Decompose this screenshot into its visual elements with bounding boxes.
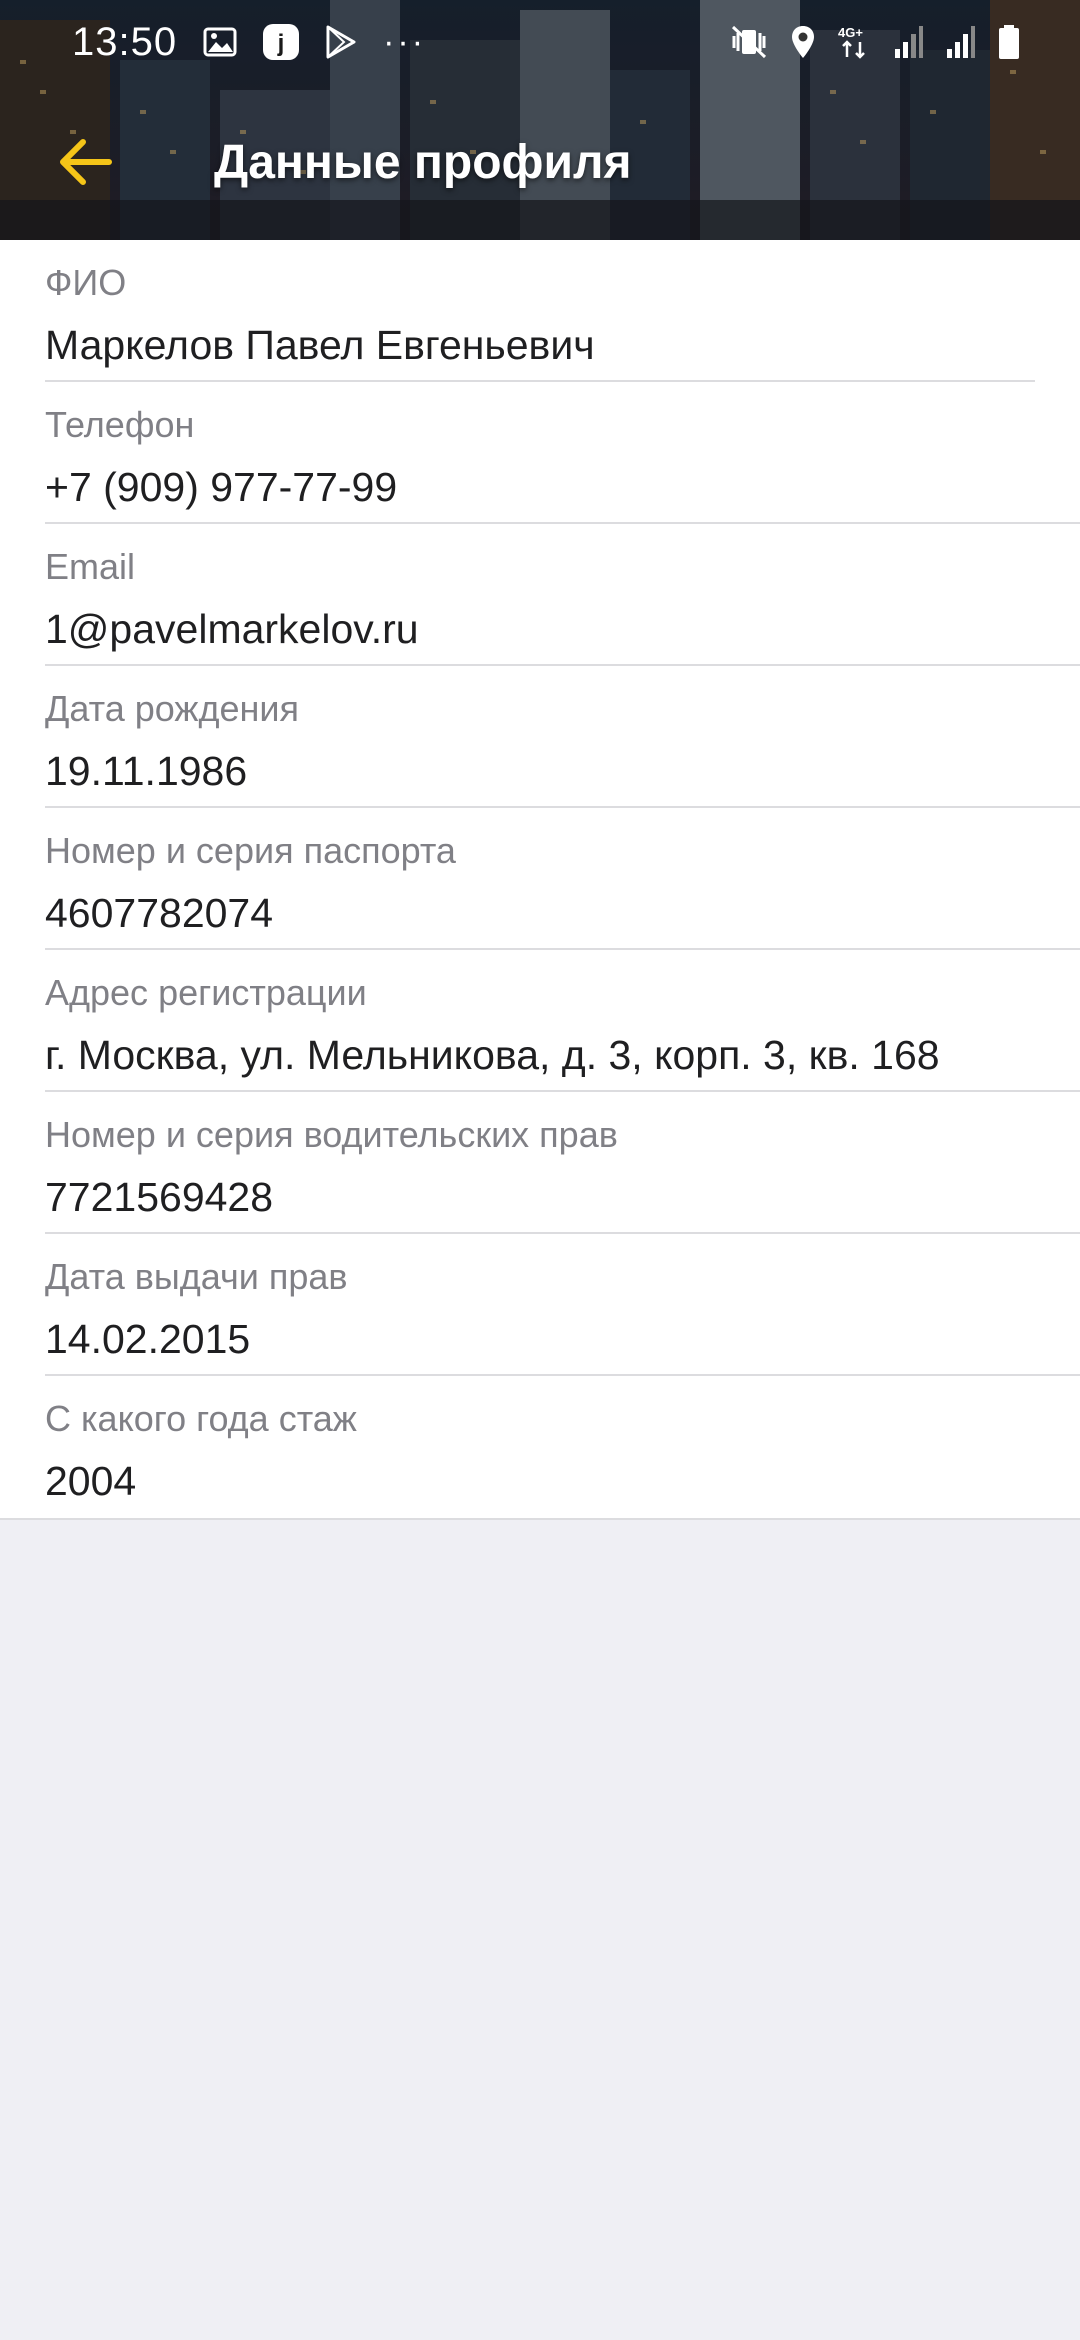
page-title: Данные профиля: [214, 135, 632, 189]
field-label: Email: [45, 546, 136, 587]
field-label: Адрес регистрации: [45, 972, 367, 1013]
field-registration-address[interactable]: Адрес регистрации г. Москва, ул. Мельник…: [0, 950, 1080, 1092]
app-j-icon: j: [263, 24, 300, 60]
field-value: 14.02.2015: [45, 1316, 251, 1362]
arrow-left-icon: [60, 139, 112, 185]
signal-icon: [894, 25, 924, 59]
location-icon: [790, 24, 816, 60]
field-license-issue-date[interactable]: Дата выдачи прав 14.02.2015: [0, 1234, 1080, 1376]
field-phone[interactable]: Телефон +7 (909) 977-77-99: [0, 382, 1080, 524]
field-value: 2004: [45, 1458, 137, 1504]
field-label: Номер и серия водительских прав: [45, 1114, 618, 1155]
battery-icon: [998, 24, 1020, 60]
image-icon: [203, 27, 237, 57]
field-value: 19.11.1986: [45, 748, 248, 794]
field-label: С какого года стаж: [45, 1398, 357, 1439]
field-value: 4607782074: [45, 890, 274, 936]
field-experience-year[interactable]: С какого года стаж 2004: [0, 1376, 1080, 1518]
field-full-name[interactable]: ФИО Маркелов Павел Евгеньевич: [0, 240, 1080, 382]
field-email[interactable]: Email 1@pavelmarkelov.ru: [0, 524, 1080, 666]
field-value: Маркелов Павел Евгеньевич: [45, 322, 595, 368]
signal-icon-2: [946, 25, 976, 59]
profile-form: ФИО Маркелов Павел Евгеньевич Телефон +7…: [0, 240, 1080, 1520]
svg-text:4G+: 4G+: [838, 25, 863, 40]
status-time: 13:50: [72, 19, 178, 64]
field-driver-license[interactable]: Номер и серия водительских прав 77215694…: [0, 1092, 1080, 1234]
header: 13:50 j ··· 4G+ Данные профиля: [0, 0, 1080, 240]
field-value: 1@pavelmarkelov.ru: [45, 606, 419, 652]
field-value: г. Москва, ул. Мельникова, д. 3, корп. 3…: [45, 1032, 940, 1078]
back-button[interactable]: [40, 117, 130, 207]
more-dots-icon: ···: [383, 22, 427, 61]
field-label: Телефон: [45, 404, 195, 445]
field-label: Номер и серия паспорта: [45, 830, 456, 871]
field-birth-date[interactable]: Дата рождения 19.11.1986: [0, 666, 1080, 808]
play-store-icon: [325, 25, 357, 59]
mute-vibrate-icon: [730, 24, 768, 60]
field-label: Дата рождения: [45, 688, 299, 729]
field-value: 7721569428: [45, 1174, 274, 1220]
field-value: +7 (909) 977-77-99: [45, 464, 398, 510]
field-label: ФИО: [45, 262, 127, 303]
4g-icon: 4G+: [838, 24, 872, 60]
field-label: Дата выдачи прав: [45, 1256, 348, 1297]
form-bottom-divider: [0, 1518, 1080, 1520]
field-passport[interactable]: Номер и серия паспорта 4607782074: [0, 808, 1080, 950]
status-bar: 13:50 j ··· 4G+: [0, 0, 1080, 84]
app-bar: Данные профиля: [0, 84, 1080, 240]
svg-text:j: j: [277, 30, 285, 57]
